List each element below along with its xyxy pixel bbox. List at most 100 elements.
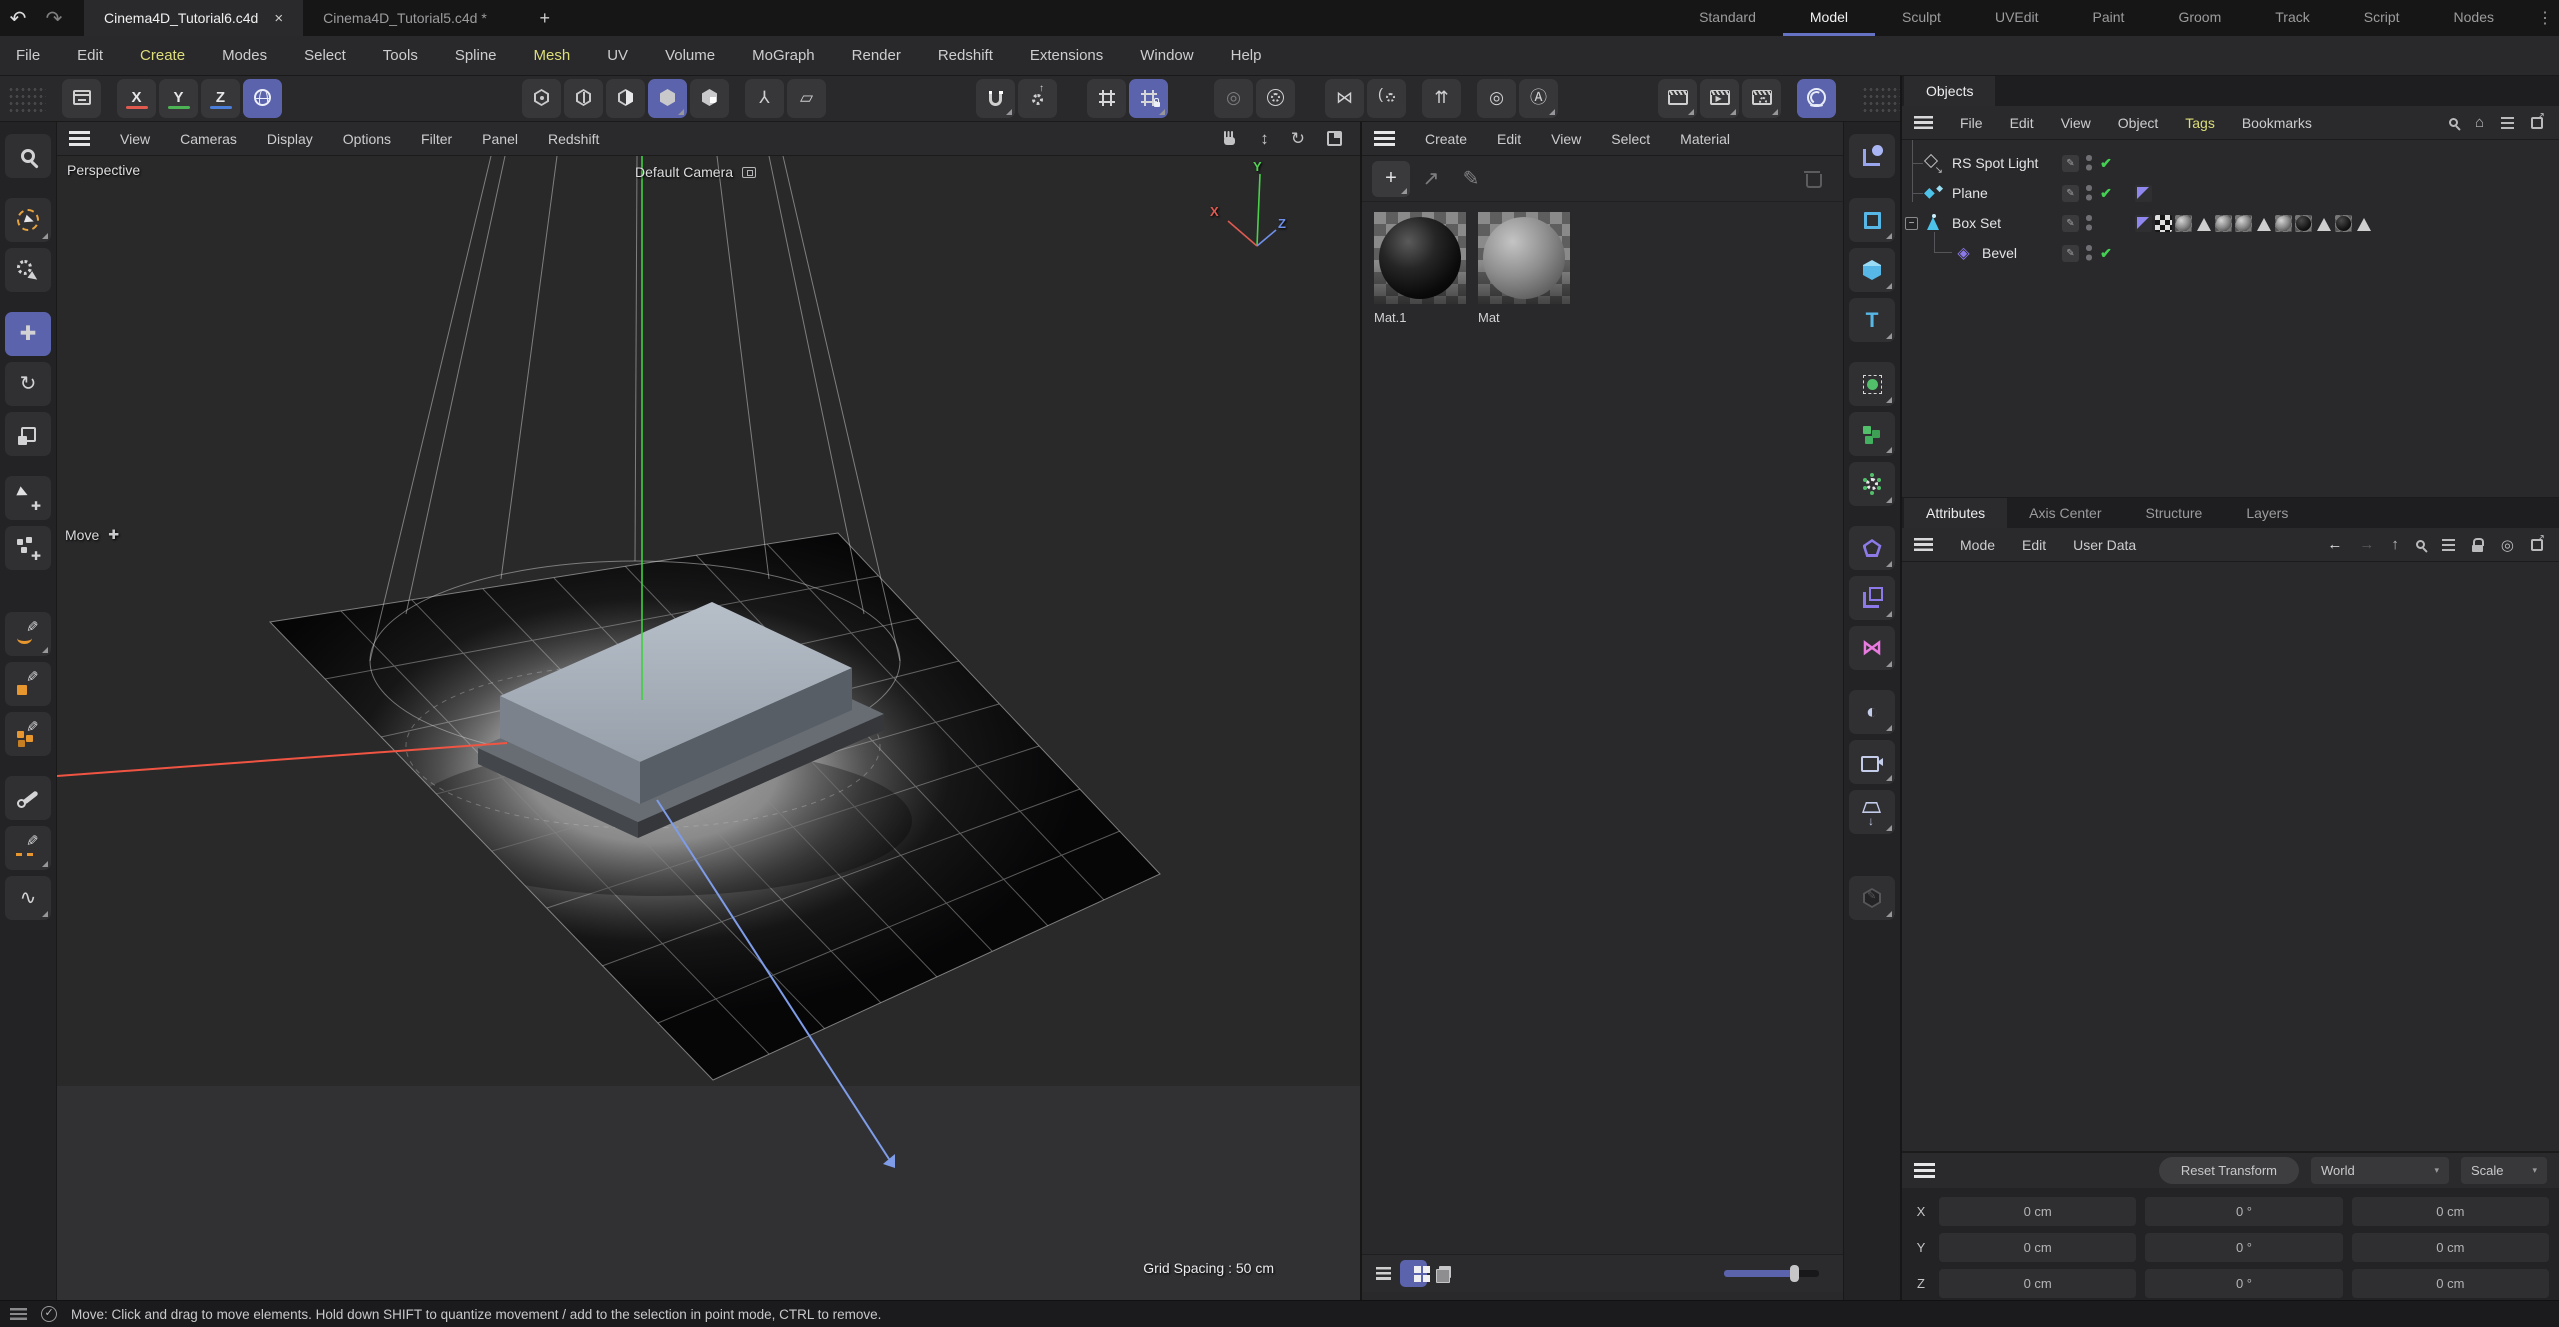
menu-item[interactable]: Edit: [77, 47, 103, 64]
visibility-dots[interactable]: [2085, 153, 2092, 173]
menu-item[interactable]: Redshift: [938, 47, 993, 64]
back-icon[interactable]: ←: [2327, 536, 2342, 553]
world-coordinate-system-button[interactable]: [243, 79, 282, 118]
edit-toggle-icon[interactable]: ✎: [2062, 155, 2079, 172]
layout-tab[interactable]: Model: [1783, 0, 1875, 36]
menu-item[interactable]: Modes: [222, 47, 267, 64]
toolbar-grip[interactable]: [1862, 86, 1900, 112]
text-primitive-button[interactable]: T: [1849, 298, 1895, 342]
material-menu-icon[interactable]: [1374, 131, 1395, 146]
symmetry-object-button[interactable]: ⋈: [1849, 626, 1895, 670]
list-view-button[interactable]: [1370, 1260, 1397, 1287]
axis-gizmo[interactable]: X Y Z: [1208, 164, 1308, 274]
layout-tab[interactable]: Script: [2337, 0, 2427, 36]
viewport-menu-item[interactable]: Display: [267, 131, 313, 147]
model-mode-button[interactable]: [648, 79, 687, 118]
menu-item[interactable]: Volume: [665, 47, 715, 64]
pan-icon[interactable]: [1221, 130, 1238, 147]
object-name[interactable]: Bevel: [1982, 245, 2017, 261]
popout-icon[interactable]: [2531, 117, 2543, 129]
tweak-tool-button[interactable]: [5, 248, 51, 292]
tag-tri[interactable]: [2355, 215, 2372, 232]
cube-primitive-button[interactable]: [1849, 248, 1895, 292]
render-settings-button[interactable]: [1742, 79, 1781, 118]
objects-menu-item[interactable]: Object: [2118, 115, 2158, 131]
attributes-tab[interactable]: Structure: [2124, 498, 2225, 528]
viewport-menu-item[interactable]: Options: [343, 131, 391, 147]
tag-mat[interactable]: [2215, 215, 2232, 232]
object-row-bevel[interactable]: Bevel ✎ ✔: [1902, 238, 2559, 268]
object-row-rs-spot-light[interactable]: RS Spot Light ✎ ✔: [1902, 148, 2559, 178]
attributes-menu-icon[interactable]: [1914, 538, 1933, 551]
tag-uvw[interactable]: [2155, 215, 2172, 232]
workplane-button[interactable]: ▱: [787, 79, 826, 118]
axis-center-button[interactable]: ◎: [1477, 79, 1516, 118]
objects-menu-item[interactable]: Edit: [2010, 115, 2034, 131]
reset-transform-button[interactable]: Reset Transform: [2159, 1157, 2299, 1184]
camera-link-icon[interactable]: [742, 167, 756, 178]
texture-mode-button[interactable]: [690, 79, 729, 118]
material-menu-item[interactable]: Create: [1425, 131, 1467, 147]
visibility-dots[interactable]: [2085, 213, 2092, 233]
move-tool-button[interactable]: ✚: [5, 312, 51, 356]
polygons-mode-button[interactable]: [606, 79, 645, 118]
camera-object-button[interactable]: [1849, 740, 1895, 784]
orbit-icon[interactable]: ↻: [1291, 129, 1305, 149]
material-item[interactable]: Mat: [1478, 212, 1570, 325]
attributes-tab[interactable]: Attributes: [1904, 498, 2007, 528]
menu-item[interactable]: Select: [304, 47, 346, 64]
close-tab-icon[interactable]: ×: [274, 10, 283, 27]
forward-icon[interactable]: →: [2359, 536, 2374, 553]
edit-toggle-icon[interactable]: ✎: [2062, 215, 2079, 232]
camera-label[interactable]: Default Camera: [635, 164, 756, 180]
tag-tri[interactable]: [2255, 215, 2272, 232]
coordinate-space-dropdown[interactable]: World ▾: [2311, 1157, 2449, 1184]
tag-tri[interactable]: [2195, 215, 2212, 232]
delete-material-button[interactable]: [1793, 161, 1831, 197]
enabled-check-icon[interactable]: ✔: [2098, 185, 2114, 202]
y-axis-lock-button[interactable]: Y: [159, 79, 198, 118]
projection-label[interactable]: Perspective: [67, 162, 140, 178]
menu-item[interactable]: MoGraph: [752, 47, 815, 64]
generator-object-button[interactable]: [1849, 462, 1895, 506]
symmetry-settings-button[interactable]: [1367, 79, 1406, 118]
attributes-menu-item[interactable]: Mode: [1960, 537, 1995, 553]
menu-item[interactable]: Help: [1231, 47, 1262, 64]
light-object-button[interactable]: ◐: [1849, 690, 1895, 734]
spline-primitive-button[interactable]: [1849, 198, 1895, 242]
undo-icon[interactable]: ↶: [0, 0, 36, 36]
array-object-button[interactable]: [1849, 412, 1895, 456]
object-name[interactable]: RS Spot Light: [1952, 155, 2038, 171]
layout-tab[interactable]: UVEdit: [1968, 0, 2066, 36]
visibility-dots[interactable]: [2085, 243, 2092, 263]
falloff-button[interactable]: ◎: [1214, 79, 1253, 118]
snap-settings-button[interactable]: [1018, 79, 1057, 118]
attributes-tab[interactable]: Layers: [2224, 498, 2310, 528]
attributes-menu-item[interactable]: User Data: [2073, 537, 2136, 553]
menu-item[interactable]: Spline: [455, 47, 497, 64]
enable-axis-button[interactable]: ⅄: [745, 79, 784, 118]
auto-center-button[interactable]: Ⓐ: [1519, 79, 1558, 118]
spline-smooth-pen-button[interactable]: [5, 612, 51, 656]
annotate-tool-button[interactable]: [1849, 876, 1895, 920]
popout-icon[interactable]: [2531, 539, 2543, 551]
stage-object-button[interactable]: [1849, 790, 1895, 834]
document-tab[interactable]: Cinema4D_Tutorial6.c4d ×: [84, 0, 303, 36]
edges-mode-button[interactable]: [564, 79, 603, 118]
filter-icon[interactable]: [2501, 117, 2514, 129]
scale-field[interactable]: 0 cm: [2352, 1197, 2549, 1226]
material-menu-item[interactable]: Edit: [1497, 131, 1521, 147]
layout-tab[interactable]: Nodes: [2427, 0, 2521, 36]
visibility-dots[interactable]: [2085, 183, 2092, 203]
rotation-field[interactable]: 0 °: [2145, 1197, 2342, 1226]
menu-item[interactable]: Mesh: [534, 47, 571, 64]
position-field[interactable]: 0 cm: [1939, 1269, 2136, 1298]
quantize-button[interactable]: [1087, 79, 1126, 118]
live-selection-tool-button[interactable]: [5, 198, 51, 242]
layout-tab[interactable]: Paint: [2066, 0, 2152, 36]
z-axis-lock-button[interactable]: Z: [201, 79, 240, 118]
tag-mat[interactable]: [2235, 215, 2252, 232]
filter-icon[interactable]: [2442, 539, 2455, 551]
scale-tool-button[interactable]: [5, 412, 51, 456]
position-field[interactable]: 0 cm: [1939, 1233, 2136, 1262]
